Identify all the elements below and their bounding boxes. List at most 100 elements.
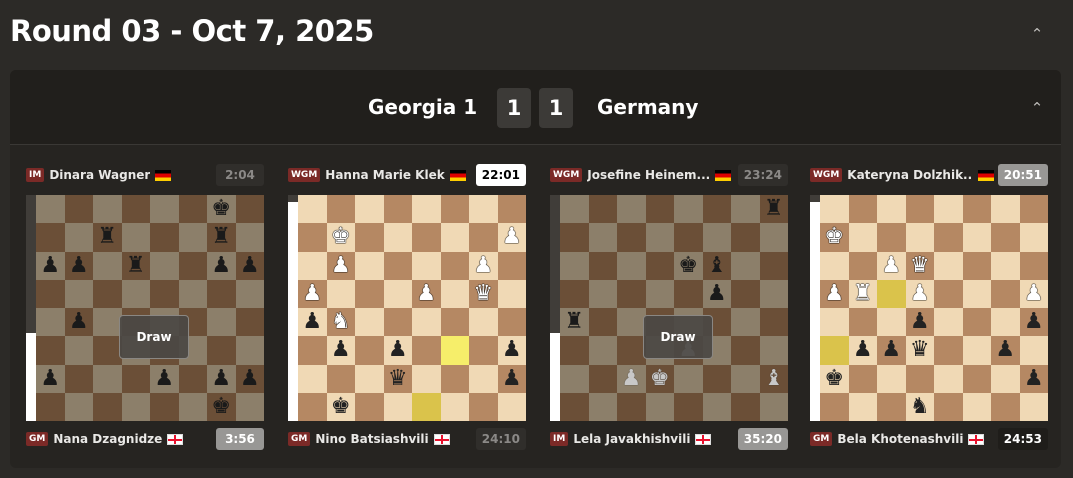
match-header[interactable]: Georgia 1 1 1 Germany ⌃ (10, 70, 1061, 145)
black-pawn-icon: ♟ (40, 365, 61, 391)
board-square: ♜ (93, 223, 122, 252)
board-square (93, 308, 122, 337)
board-square (36, 392, 65, 421)
chess-board[interactable]: ♜♚♝♟♜♟♟♚♝Draw (560, 195, 788, 421)
board-square (235, 223, 264, 252)
board-square (412, 251, 441, 280)
player-name[interactable]: Lela Javakhishvili (573, 432, 690, 446)
white-pawn-icon: ♟ (330, 252, 351, 278)
player-row-top[interactable]: WGM Josefine Heinem... 23:24 (550, 164, 788, 186)
board-square (497, 279, 526, 308)
chess-board[interactable]: ♚ ♟ ♛ ♟ ♜ ♟ ♟ ♟ ♟ ♟ ♟ ♛ ♟ ♚ ♟ ♞ (820, 195, 1048, 421)
board-square (1019, 336, 1048, 365)
board-square (383, 392, 412, 421)
board-square: ♟ (207, 364, 236, 393)
board-square: ♟ (905, 279, 934, 308)
player-row-top[interactable]: IM Dinara Wagner 2:04 (26, 164, 264, 186)
board-square (121, 195, 150, 224)
board-square (674, 279, 703, 308)
player-row-bottom[interactable]: IM Lela Javakhishvili 35:20 (550, 428, 788, 450)
player-name[interactable]: Kateryna Dolzhik... (847, 168, 973, 182)
game-card[interactable]: WGM Hanna Marie Klek 22:01 ♚♟♟♟♟♟♛♟♞♞♟♟♟♛♟♚… (288, 164, 526, 458)
match-collapse-chevron-up-icon[interactable]: ⌃ (1027, 98, 1047, 118)
player-row-bottom[interactable]: GM Bela Khotenashvili 24:53 (810, 428, 1048, 450)
game-card[interactable]: IM Dinara Wagner 2:04 ♚ ♜ ♜ ♟ ♟ ♜ ♟ ♟ ♟ ♟ ♟ ♟ ♟ ♚ Draw GM N… (26, 164, 264, 458)
white-king-icon: ♚ (330, 224, 351, 250)
player-name[interactable]: Bela Khotenashvili (837, 432, 963, 446)
player-clock: 24:10 (475, 428, 526, 450)
board-square (326, 279, 355, 308)
player-row-top[interactable]: WGM Kateryna Dolzhik... 20:51 (810, 164, 1048, 186)
board-square: ♟ (905, 308, 934, 337)
board-square (759, 308, 788, 337)
white-king-icon: ♚ (824, 224, 845, 250)
board-square (355, 251, 384, 280)
board-square: ♟ (207, 251, 236, 280)
board-square (64, 223, 93, 252)
germany-flag-icon (449, 169, 466, 181)
board-square (588, 336, 617, 365)
board-square (848, 195, 877, 224)
board-square (36, 195, 65, 224)
evaluation-bar-white-fill (288, 201, 298, 421)
black-pawn-icon: ♟ (40, 252, 61, 278)
board-square (934, 392, 963, 421)
player-name[interactable]: Josefine Heinem... (587, 168, 710, 182)
board-square (991, 251, 1020, 280)
board-square: ♜ (121, 251, 150, 280)
black-pawn-icon: ♟ (387, 337, 408, 363)
round-collapse-chevron-up-icon[interactable]: ⌃ (1027, 24, 1047, 44)
player-row-bottom[interactable]: GM Nana Dzagnidze 3:56 (26, 428, 264, 450)
board-square (440, 308, 469, 337)
player-name[interactable]: Hanna Marie Klek (325, 168, 444, 182)
board-square (469, 308, 498, 337)
black-king-icon: ♚ (824, 365, 845, 391)
player-name[interactable]: Nana Dzagnidze (53, 432, 162, 446)
board-square: ♟ (497, 223, 526, 252)
georgia-flag-icon (167, 433, 184, 445)
board-square (64, 364, 93, 393)
board-square (412, 195, 441, 224)
board-square (150, 195, 179, 224)
player-row-top[interactable]: WGM Hanna Marie Klek 22:01 (288, 164, 526, 186)
board-square (731, 279, 760, 308)
white-pawn-icon: ♟ (824, 280, 845, 306)
score-away: 1 (539, 88, 573, 128)
board-square (560, 392, 589, 421)
board-square: ♛ (905, 251, 934, 280)
chess-board[interactable]: ♚ ♜ ♜ ♟ ♟ ♜ ♟ ♟ ♟ ♟ ♟ ♟ ♟ ♚ Draw (36, 195, 264, 421)
board-square (497, 195, 526, 224)
board-square (759, 336, 788, 365)
board-square (674, 364, 703, 393)
board-square (617, 251, 646, 280)
game-card[interactable]: WGMJosefine Heinem...23:24 ♜♚♝♟♜♟♟♚♝Draw I… (550, 164, 788, 458)
board-square (440, 195, 469, 224)
board-square: ♟ (497, 364, 526, 393)
board-square (440, 251, 469, 280)
board-square (645, 251, 674, 280)
board-square (560, 336, 589, 365)
player-name[interactable]: Nino Batsiashvili (315, 432, 428, 446)
board-square (64, 336, 93, 365)
board-square (731, 251, 760, 280)
board-square (298, 364, 327, 393)
black-king-icon: ♚ (211, 393, 232, 419)
chess-board[interactable]: ♚♟♟♟♟♟♛♟♞♞♟♟♟♛♟♚ (298, 195, 526, 421)
board-square (298, 336, 327, 365)
board-square (962, 251, 991, 280)
board-square (877, 308, 906, 337)
board-square (64, 392, 93, 421)
player-name[interactable]: Dinara Wagner (49, 168, 150, 182)
black-pawn-icon: ♟ (154, 365, 175, 391)
game-card[interactable]: WGM Kateryna Dolzhik... 20:51 ♚ ♟ ♛ ♟ ♜ ♟ ♟ ♟ ♟ ♟ ♟ ♛ ♟… (810, 164, 1048, 458)
board-square (1019, 392, 1048, 421)
board-square: ♟ (617, 364, 646, 393)
board-square (617, 392, 646, 421)
board-square: ♚ (326, 223, 355, 252)
board-square (178, 392, 207, 421)
player-row-bottom[interactable]: GM Nino Batsiashvili 24:10 (288, 428, 526, 450)
black-rook-icon: ♜ (211, 224, 232, 250)
board-square (298, 223, 327, 252)
black-pawn-icon: ♟ (909, 309, 930, 335)
white-pawn-icon: ♟ (501, 224, 522, 250)
